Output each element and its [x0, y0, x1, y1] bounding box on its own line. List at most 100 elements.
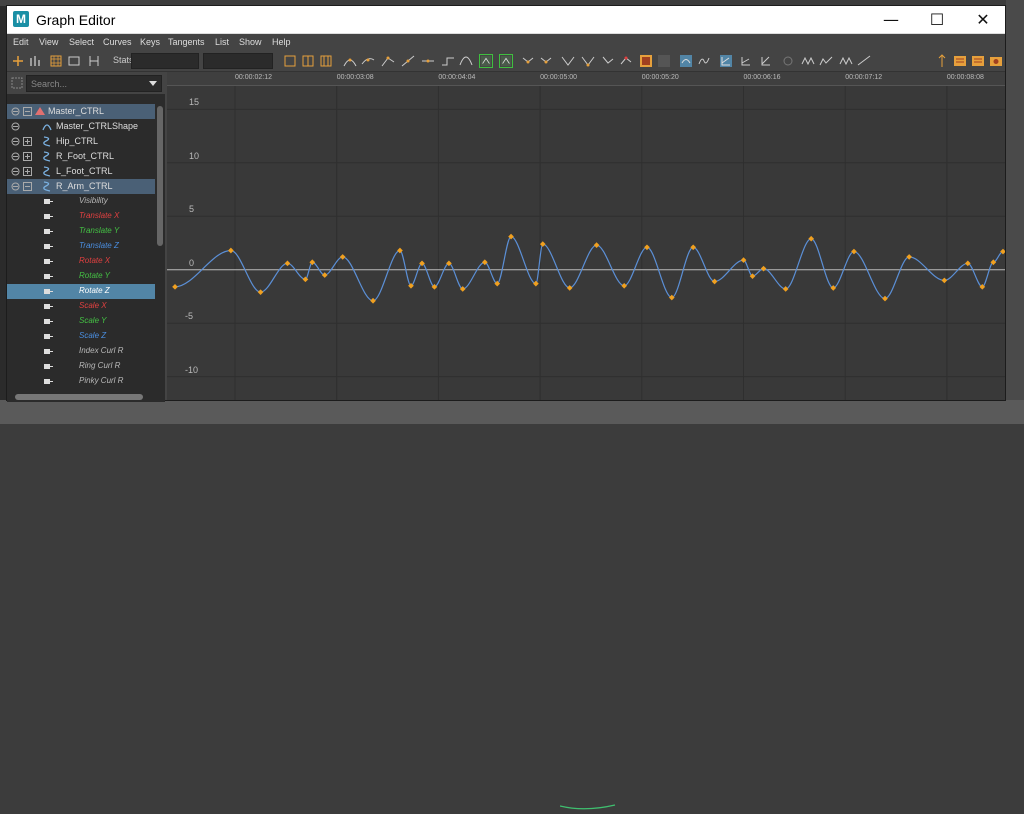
- channel-item[interactable]: Translate X: [7, 209, 155, 224]
- keyframe-point[interactable]: [566, 285, 573, 291]
- keyframe-point[interactable]: [339, 254, 346, 260]
- menu-tangents[interactable]: Tangents: [168, 37, 205, 47]
- time-ruler[interactable]: 00:00:02:12 00:00:03:08 00:00:04:04 00:00:0…: [167, 72, 1005, 86]
- rotate-z-curve[interactable]: [174, 235, 1004, 302]
- region-icon[interactable]: [67, 54, 81, 68]
- channel-item[interactable]: Index Curl R: [7, 344, 155, 359]
- filter-icon[interactable]: [11, 77, 23, 89]
- keyframe-point[interactable]: [397, 247, 403, 254]
- graph-view-icon[interactable]: [953, 54, 967, 68]
- menu-curves[interactable]: Curves: [103, 37, 132, 47]
- keyframe-point[interactable]: [882, 295, 888, 302]
- outliner-node[interactable]: Master_CTRL: [7, 104, 155, 119]
- outliner-node[interactable]: L_Foot_CTRL: [7, 164, 155, 179]
- outliner-node[interactable]: R_Arm_CTRL: [7, 179, 155, 194]
- snap-value-icon[interactable]: [657, 54, 671, 68]
- menu-view[interactable]: View: [39, 37, 58, 47]
- channel-item[interactable]: Translate Z: [7, 239, 155, 254]
- stats-value-field[interactable]: [203, 53, 273, 69]
- channel-item[interactable]: Translate Y: [7, 224, 155, 239]
- lock-weights-icon[interactable]: [561, 54, 575, 68]
- keyframe-point[interactable]: [284, 260, 291, 267]
- menu-help[interactable]: Help: [272, 37, 291, 47]
- channel-item[interactable]: Scale Y: [7, 314, 155, 329]
- keyframe-point[interactable]: [711, 278, 718, 285]
- expand-icon[interactable]: [23, 182, 32, 191]
- keyframe-point[interactable]: [621, 282, 628, 289]
- free-weights-icon[interactable]: [581, 54, 595, 68]
- keyframe-point[interactable]: [533, 280, 539, 287]
- key-ticks-icon[interactable]: [619, 54, 633, 68]
- keyframe-point[interactable]: [539, 241, 546, 247]
- graph-panel[interactable]: 00:00:02:12 00:00:03:08 00:00:04:04 00:00:0…: [167, 72, 1005, 400]
- keyframe-point[interactable]: [172, 284, 178, 290]
- keyframe-point[interactable]: [782, 286, 789, 292]
- auto-tangent-icon[interactable]: [343, 54, 357, 68]
- retime-icon[interactable]: [87, 54, 101, 68]
- weighted-tangent-icon[interactable]: [499, 54, 513, 68]
- buffer-curve-icon[interactable]: [479, 54, 493, 68]
- chevron-down-icon[interactable]: [149, 81, 157, 86]
- channel-item[interactable]: Rotate Z: [7, 284, 155, 299]
- channel-item[interactable]: Scale Z: [7, 329, 155, 344]
- minimize-button[interactable]: —: [869, 6, 913, 34]
- keyframe-point[interactable]: [228, 247, 234, 254]
- channel-item[interactable]: Visibility: [7, 194, 155, 209]
- channel-item[interactable]: Rotate X: [7, 254, 155, 269]
- visibility-toggle-icon[interactable]: [11, 152, 20, 161]
- unify-tangent-icon[interactable]: [539, 54, 553, 68]
- outliner-node[interactable]: Hip_CTRL: [7, 134, 155, 149]
- menu-list[interactable]: List: [215, 37, 229, 47]
- linear-infinity-icon[interactable]: [857, 54, 871, 68]
- outliner-vertical-scrollbar[interactable]: [155, 104, 165, 392]
- oscillate-icon[interactable]: [839, 54, 853, 68]
- dope-sheet-icon[interactable]: [971, 54, 985, 68]
- horizontal-scroll-thumb[interactable]: [15, 394, 143, 400]
- channel-item[interactable]: Pinky Curl R: [7, 374, 155, 389]
- keyframe-point[interactable]: [644, 244, 650, 251]
- visibility-toggle-icon[interactable]: [11, 122, 20, 131]
- channel-item[interactable]: Ring Curl R: [7, 359, 155, 374]
- camera-icon[interactable]: [989, 54, 1003, 68]
- stats-time-field[interactable]: [131, 53, 199, 69]
- time-ruler-icon[interactable]: [935, 54, 949, 68]
- lattice-icon[interactable]: [49, 54, 63, 68]
- absolute-view-icon[interactable]: [739, 54, 753, 68]
- keyframe-point[interactable]: [941, 277, 948, 284]
- clamped-tangent-icon[interactable]: [381, 54, 395, 68]
- keyframe-point[interactable]: [302, 276, 309, 283]
- menu-select[interactable]: Select: [69, 37, 94, 47]
- keyframe-point[interactable]: [593, 242, 600, 248]
- visibility-toggle-icon[interactable]: [11, 182, 20, 191]
- keyframe-point[interactable]: [309, 259, 316, 266]
- outliner-horizontal-scrollbar[interactable]: [7, 392, 165, 402]
- keyframe-point[interactable]: [906, 254, 912, 260]
- frame-all-icon[interactable]: [283, 54, 297, 68]
- keyframe-point[interactable]: [257, 289, 264, 296]
- break-tangent-icon[interactable]: [521, 54, 535, 68]
- channel-item[interactable]: Rotate Y: [7, 269, 155, 284]
- curve-graph[interactable]: [167, 72, 1005, 400]
- move-key-icon[interactable]: [11, 54, 25, 68]
- pre-infinity-icon[interactable]: [759, 54, 773, 68]
- visibility-toggle-icon[interactable]: [11, 167, 20, 176]
- linear-tangent-icon[interactable]: [401, 54, 415, 68]
- keyframe-point[interactable]: [370, 297, 376, 304]
- spline-tangent-icon[interactable]: [361, 54, 375, 68]
- close-button[interactable]: ✕: [961, 6, 1005, 34]
- outliner-node[interactable]: R_Foot_CTRL: [7, 149, 155, 164]
- search-input[interactable]: Search...: [26, 75, 162, 92]
- title-bar[interactable]: M Graph Editor — ☐ ✕: [7, 6, 1005, 34]
- expand-icon[interactable]: [23, 167, 32, 176]
- cycle-icon[interactable]: [801, 54, 815, 68]
- keyframe-point[interactable]: [760, 265, 767, 272]
- expand-icon[interactable]: [23, 107, 32, 116]
- denormalize-curves-icon[interactable]: [697, 54, 711, 68]
- normalize-curves-icon[interactable]: [679, 54, 693, 68]
- expand-icon[interactable]: [23, 137, 32, 146]
- maximize-button[interactable]: ☐: [915, 6, 959, 34]
- menu-keys[interactable]: Keys: [140, 37, 160, 47]
- menu-edit[interactable]: Edit: [13, 37, 29, 47]
- flat-tangent-icon[interactable]: [421, 54, 435, 68]
- frame-playback-icon[interactable]: [319, 54, 333, 68]
